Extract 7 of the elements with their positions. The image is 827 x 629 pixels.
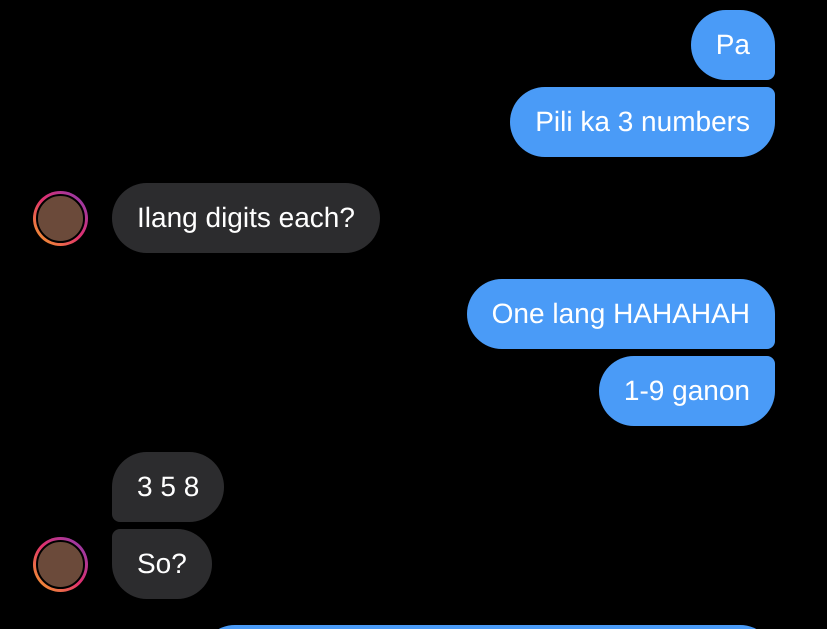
message-bubble: One lang HAHAHAH [466, 279, 775, 349]
message-bubble: Pa [690, 10, 775, 80]
message-bubble: So? [112, 529, 212, 599]
message-bubble: Ilang digits each? [112, 183, 380, 253]
message-bubble: 3 5 8 [112, 452, 224, 522]
message-bubble: Pili ka 3 numbers [510, 87, 775, 157]
message-bubble: 1-9 ganon [598, 356, 775, 426]
